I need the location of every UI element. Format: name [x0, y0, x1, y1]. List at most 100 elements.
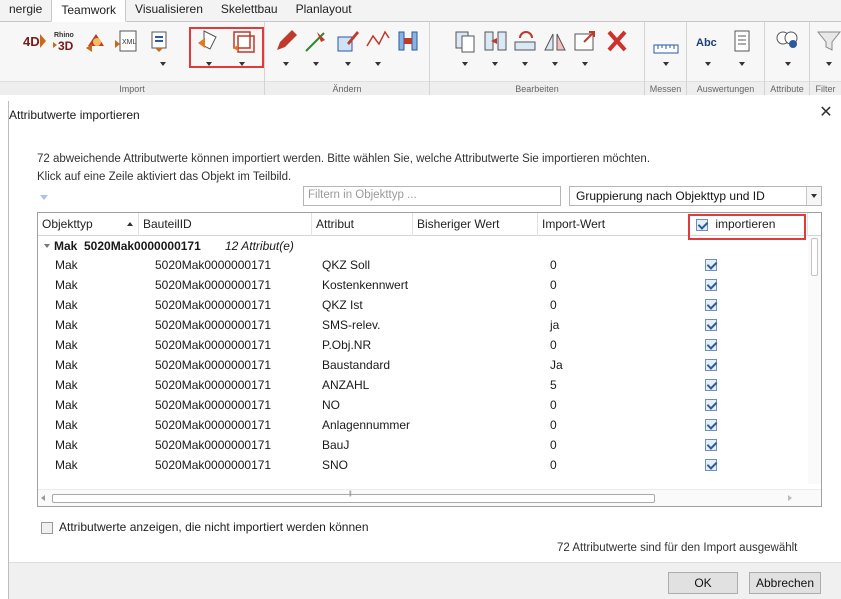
- polyline-icon[interactable]: [365, 28, 391, 54]
- row-import-checkbox[interactable]: [705, 359, 717, 371]
- chevron-down-icon[interactable]: [462, 62, 468, 66]
- chevron-down-icon[interactable]: [345, 62, 351, 66]
- chevron-down-icon[interactable]: [705, 62, 711, 66]
- cell-objekttyp: Mak: [55, 398, 78, 412]
- group-count: 12 Attribut(e): [225, 239, 294, 253]
- grouping-select[interactable]: Gruppierung nach Objekttyp und ID: [569, 186, 822, 206]
- tab-planlayout[interactable]: Planlayout: [287, 0, 361, 21]
- row-import-checkbox[interactable]: [705, 319, 717, 331]
- group-expand-icon[interactable]: [44, 244, 50, 248]
- cancel-button[interactable]: Abbrechen: [749, 572, 821, 594]
- close-icon[interactable]: ✕: [817, 104, 835, 122]
- cell-objekttyp: Mak: [55, 358, 78, 372]
- move-icon[interactable]: [482, 28, 508, 54]
- chevron-down-icon[interactable]: [582, 62, 588, 66]
- show-non-importable-checkbox[interactable]: [41, 521, 53, 534]
- column-header-import-wert[interactable]: Import-Wert: [538, 213, 690, 236]
- chevron-down-icon[interactable]: [283, 62, 289, 66]
- row-import-checkbox[interactable]: [705, 339, 717, 351]
- cell-import-wert: 0: [550, 278, 557, 292]
- chevron-down-icon[interactable]: [806, 187, 821, 205]
- rhino-import-icon[interactable]: Rhino 3D: [52, 28, 78, 54]
- chevron-down-icon[interactable]: [826, 62, 832, 66]
- table-row[interactable]: Mak 5020Mak0000000171 Kostenkennwert 0: [38, 275, 808, 295]
- cell-bauteilid: 5020Mak0000000171: [155, 438, 272, 452]
- table-row[interactable]: Mak 5020Mak0000000171 SMS-relev. ja: [38, 315, 808, 335]
- column-header-objekttyp[interactable]: Objekttyp: [38, 213, 139, 236]
- chevron-down-icon[interactable]: [522, 62, 528, 66]
- row-import-checkbox[interactable]: [705, 459, 717, 471]
- table-row[interactable]: Mak 5020Mak0000000171 Baustandard Ja: [38, 355, 808, 375]
- column-icon[interactable]: [395, 28, 421, 54]
- chevron-down-icon[interactable]: [375, 62, 381, 66]
- tab-skelettbau[interactable]: Skelettbau: [212, 0, 287, 21]
- horizontal-scroll-thumb[interactable]: [52, 491, 655, 503]
- xml-import-icon[interactable]: XML: [114, 28, 140, 54]
- rotate-icon[interactable]: [512, 28, 538, 54]
- vertical-scroll-thumb[interactable]: [811, 238, 818, 276]
- row-import-checkbox[interactable]: [705, 399, 717, 411]
- cell-import-wert: ja: [550, 318, 560, 332]
- chevron-down-icon[interactable]: [739, 62, 745, 66]
- pencil-icon[interactable]: [273, 28, 299, 54]
- chevron-down-icon[interactable]: [313, 62, 319, 66]
- row-import-checkbox[interactable]: [705, 279, 717, 291]
- row-import-checkbox[interactable]: [705, 259, 717, 271]
- copy-icon[interactable]: [452, 28, 478, 54]
- row-import-checkbox[interactable]: [705, 439, 717, 451]
- attribute-tags-icon[interactable]: [774, 28, 800, 54]
- group-row[interactable]: Mak 5020Mak0000000171 12 Attribut(e): [38, 237, 821, 255]
- table-row[interactable]: Mak 5020Mak0000000171 Anlagennummer 0: [38, 415, 808, 435]
- table-row[interactable]: Mak 5020Mak0000000171 P.Obj.NR 0: [38, 335, 808, 355]
- group-label-aendern: Ändern: [265, 81, 429, 95]
- 4d-import-icon[interactable]: 4D: [22, 28, 48, 54]
- filter-input[interactable]: Filtern in Objekttyp ...: [303, 186, 561, 206]
- delete-icon[interactable]: [604, 28, 630, 54]
- table-row[interactable]: Mak 5020Mak0000000171 QKZ Ist 0: [38, 295, 808, 315]
- row-import-checkbox[interactable]: [705, 419, 717, 431]
- collapse-arrow-icon[interactable]: [40, 195, 48, 200]
- hint-text: Klick auf eine Zeile aktiviert das Objek…: [37, 171, 292, 183]
- group-label-bearbeiten: Bearbeiten: [430, 81, 644, 95]
- edit-surface-icon[interactable]: [335, 28, 361, 54]
- row-import-checkbox[interactable]: [705, 299, 717, 311]
- tab-energie[interactable]: nergie: [0, 0, 51, 21]
- filter-icon[interactable]: [816, 28, 841, 54]
- scroll-right-icon[interactable]: [788, 495, 792, 501]
- ruler-icon[interactable]: [653, 36, 679, 62]
- ribbon-group-bearbeiten: Bearbeiten: [430, 22, 645, 95]
- column-header-attribut[interactable]: Attribut: [312, 213, 413, 236]
- tab-visualisieren[interactable]: Visualisieren: [126, 0, 212, 21]
- report-icon[interactable]: [729, 28, 755, 54]
- column-header-bisheriger-wert[interactable]: Bisheriger Wert: [413, 213, 538, 236]
- chevron-down-icon[interactable]: [785, 62, 791, 66]
- cell-bauteilid: 5020Mak0000000171: [155, 298, 272, 312]
- table-row[interactable]: Mak 5020Mak0000000171 BauJ 0: [38, 435, 808, 455]
- chevron-down-icon[interactable]: [552, 62, 558, 66]
- ifc-import-icon[interactable]: [84, 28, 110, 54]
- chevron-down-icon[interactable]: [160, 62, 166, 66]
- scroll-left-icon[interactable]: [41, 495, 45, 501]
- list-import-icon[interactable]: [146, 28, 172, 54]
- text-label-icon[interactable]: Abc: [695, 28, 721, 54]
- table-row[interactable]: Mak 5020Mak0000000171 SNO 0: [38, 455, 808, 475]
- row-import-checkbox[interactable]: [705, 379, 717, 391]
- tab-teamwork[interactable]: Teamwork: [51, 0, 127, 22]
- vertical-scrollbar[interactable]: [808, 236, 821, 484]
- cell-import-wert: 0: [550, 438, 557, 452]
- cell-attribut: SNO: [322, 458, 349, 472]
- horizontal-scrollbar[interactable]: [38, 489, 821, 506]
- ok-button[interactable]: OK: [668, 572, 738, 594]
- chevron-down-icon[interactable]: [492, 62, 498, 66]
- table-row[interactable]: Mak 5020Mak0000000171 QKZ Soll 0: [38, 255, 808, 275]
- chevron-down-icon[interactable]: [663, 62, 669, 66]
- show-non-importable-option[interactable]: Attributwerte anzeigen, die nicht import…: [41, 520, 369, 534]
- edit-line-icon[interactable]: [303, 28, 329, 54]
- column-header-bauteilid[interactable]: BauteilID: [139, 213, 312, 236]
- stretch-icon[interactable]: [572, 28, 598, 54]
- table-row[interactable]: Mak 5020Mak0000000171 ANZAHL 5: [38, 375, 808, 395]
- table-row[interactable]: Mak 5020Mak0000000171 NO 0: [38, 395, 808, 415]
- cell-objekttyp: Mak: [55, 418, 78, 432]
- mirror-icon[interactable]: [542, 28, 568, 54]
- info-text: 72 abweichende Attributwerte können impo…: [37, 153, 651, 165]
